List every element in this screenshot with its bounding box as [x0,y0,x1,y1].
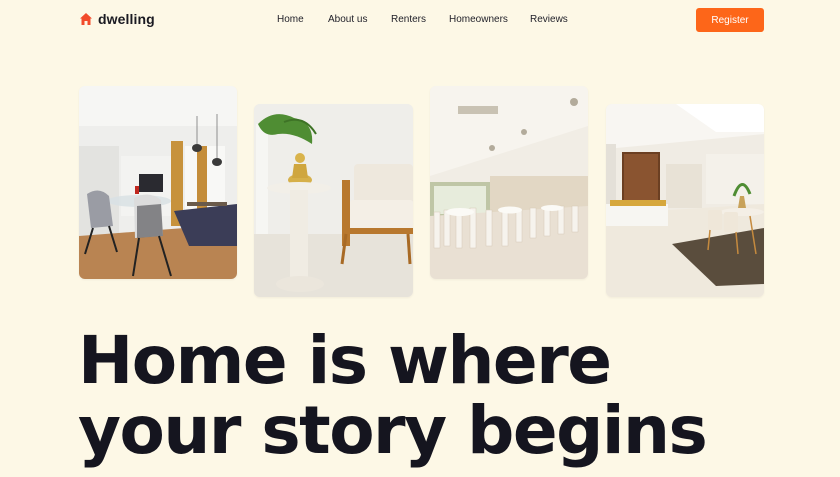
nav-reviews[interactable]: Reviews [530,14,568,25]
dining-room-photo [79,86,237,279]
nav-renters[interactable]: Renters [391,14,426,25]
event-hall-photo [430,86,588,279]
hero-line-2: your story begins [78,392,708,469]
landing-page: dwelling Home About us Renters Homeowner… [0,0,840,477]
nav-home[interactable]: Home [277,14,304,25]
hero-line-1: Home is where [78,322,612,399]
hero-headline: Home is where your story begins [78,326,778,466]
armchair-side-table-photo [254,104,413,297]
open-living-room-photo [606,104,764,297]
register-button[interactable]: Register [696,8,764,32]
nav-about-us[interactable]: About us [328,14,367,25]
nav-homeowners[interactable]: Homeowners [449,14,508,25]
